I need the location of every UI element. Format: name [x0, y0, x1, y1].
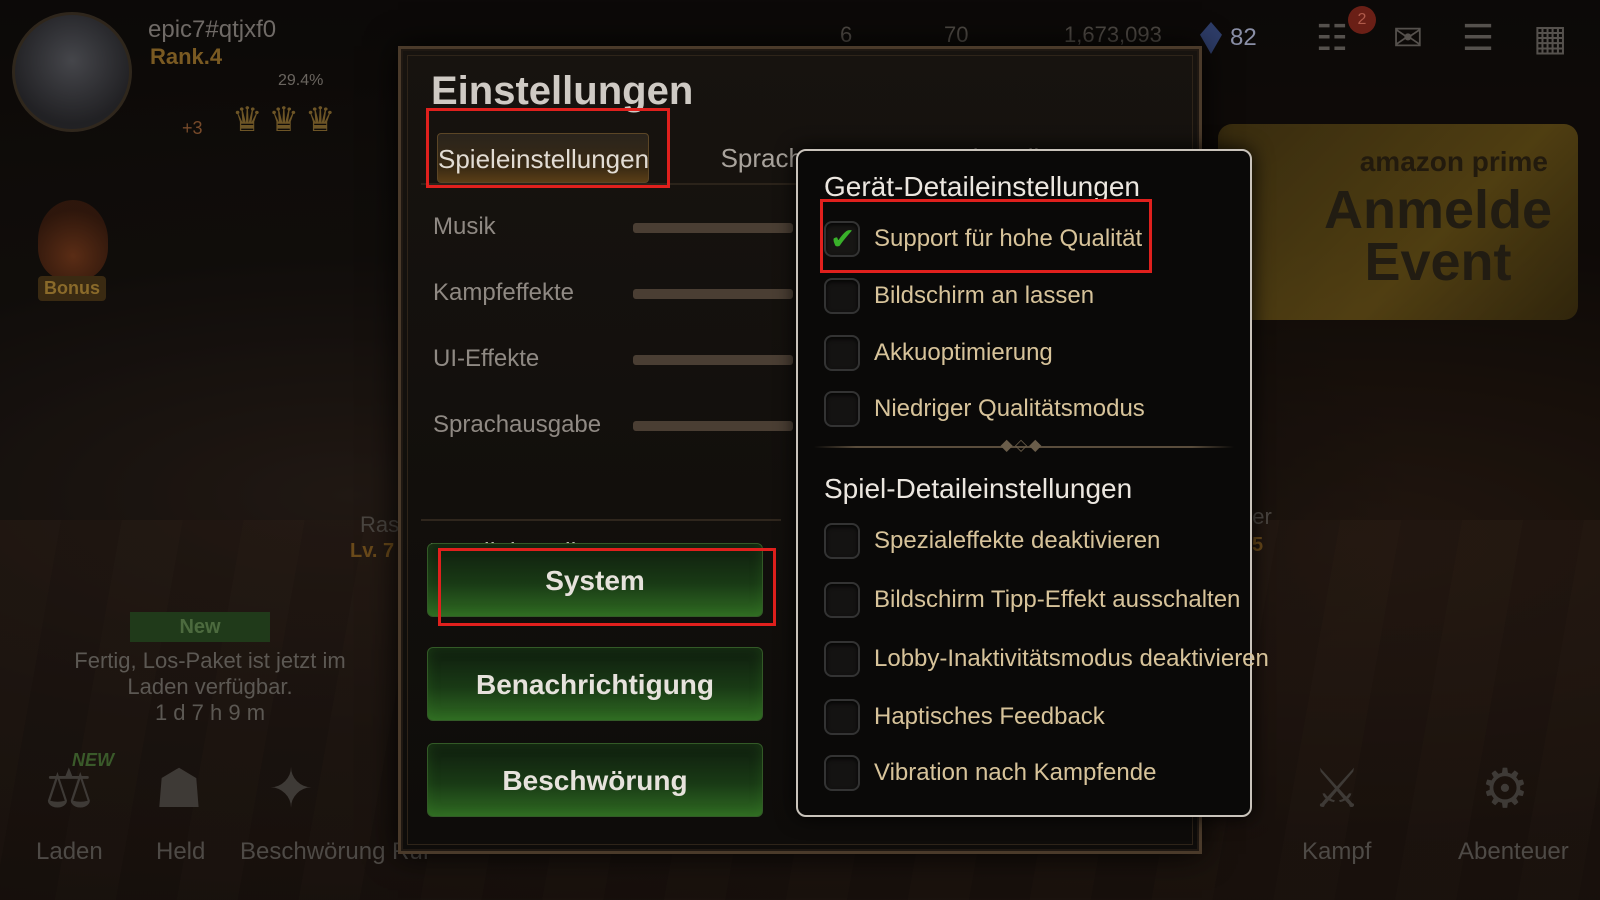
checkbox-low-quality[interactable] [824, 391, 860, 427]
nav-battle[interactable]: Kampf [1302, 838, 1371, 866]
ui-effects-slider[interactable] [633, 355, 793, 365]
music-label: Musik [433, 213, 496, 240]
news-text[interactable]: Fertig, Los-Paket ist jetzt im Laden ver… [60, 648, 360, 726]
summon-icon[interactable]: ✦ [256, 754, 326, 824]
checkbox-screen-on[interactable] [824, 278, 860, 314]
settings-title: Einstellungen [431, 69, 694, 113]
option-label: Akkuoptimierung [874, 339, 1053, 366]
hero-icon[interactable]: ☗ [144, 754, 214, 824]
nav-shop[interactable]: Laden [36, 838, 103, 866]
energy-count: 70 [944, 22, 969, 47]
adventure-icon[interactable]: ⚙ [1470, 754, 1540, 824]
promo-banner[interactable]: amazon prime Anmelde Event [1218, 124, 1578, 320]
level-badge: +3 [182, 118, 203, 138]
detail-settings-popup: Gerät-Detaileinstellungen ✔ Support für … [796, 149, 1269, 817]
option-label: Haptisches Feedback [874, 703, 1105, 730]
option-tap-effect[interactable]: Bildschirm Tipp-Effekt ausschalten [824, 580, 1244, 620]
ornament-icon: ◆◇◆ [1000, 437, 1044, 454]
option-label: Bildschirm Tipp-Effekt ausschalten [874, 586, 1241, 613]
chat-icon[interactable]: ☰ [1452, 16, 1504, 60]
promo-title: Anmelde Event [1323, 180, 1553, 292]
voice-label: Sprachausgabe [433, 411, 602, 438]
check-icon: ✔ [830, 223, 856, 256]
notification-button[interactable]: Benachrichtigung [427, 647, 763, 721]
checkbox-vibration[interactable] [824, 755, 860, 791]
nav-adventure[interactable]: Abenteuer [1458, 838, 1569, 866]
player-rank: Rank.4 [150, 44, 223, 69]
checkbox-high-quality[interactable]: ✔ [824, 221, 860, 257]
option-label: Spezialeffekte deaktivieren [874, 527, 1161, 554]
side-left-level: Lv. 7 [350, 540, 395, 562]
player-exp-percent: 29.4% [278, 72, 324, 89]
promo-brand: amazon prime [1359, 146, 1548, 177]
option-special-effects[interactable]: Spezialeffekte deaktivieren [824, 521, 1244, 561]
ui-effects-label: UI-Effekte [433, 345, 540, 372]
news-timer: 1 d 7 h 9 m [154, 700, 266, 725]
device-details-title: Gerät-Detaileinstellungen [824, 171, 1140, 202]
bonus-badge: Bonus [38, 276, 106, 301]
news-message: Fertig, Los-Paket ist jetzt im Laden ver… [74, 648, 346, 699]
option-label: Lobby-Inaktivitätsmodus deaktivieren [874, 645, 1269, 672]
option-label: Niedriger Qualitätsmodus [874, 395, 1145, 422]
voice-slider[interactable] [633, 421, 793, 431]
option-haptic[interactable]: Haptisches Feedback [824, 697, 1244, 737]
option-screen-on[interactable]: Bildschirm an lassen [824, 276, 1244, 316]
shop-icon[interactable]: ⚖ [34, 754, 104, 824]
music-slider[interactable] [633, 223, 793, 233]
side-left-label: Ras [360, 512, 400, 537]
player-name: epic7#qtjxf0 [148, 16, 277, 43]
side-right-level: 5 [1252, 534, 1264, 556]
checkbox-tap-effect[interactable] [824, 582, 860, 618]
option-label: Vibration nach Kampfende [874, 759, 1157, 786]
battle-effects-slider[interactable] [633, 289, 793, 299]
summon-settings-button[interactable]: Beschwörung [427, 743, 763, 817]
option-label: Bildschirm an lassen [874, 282, 1095, 309]
mail-badge: 2 [1348, 6, 1376, 34]
section-divider [421, 519, 781, 521]
checkbox-battery-optimization[interactable] [824, 335, 860, 371]
nav-summon[interactable]: Beschwörung [240, 838, 385, 866]
option-high-quality[interactable]: ✔ Support für hohe Qualität [824, 219, 1244, 259]
player-avatar[interactable] [12, 12, 132, 132]
rank-stars-icon: ♛♛♛ [232, 101, 342, 139]
fire-event-icon[interactable] [38, 200, 108, 280]
battle-icon[interactable]: ⚔ [1302, 754, 1372, 824]
option-low-quality[interactable]: Niedriger Qualitätsmodus [824, 389, 1244, 429]
menu-grid-icon[interactable]: ▦ [1524, 16, 1576, 60]
game-details-title: Spiel-Detaileinstellungen [824, 473, 1133, 504]
option-battery-optimization[interactable]: Akkuoptimierung [824, 333, 1244, 373]
nav-hero[interactable]: Held [156, 838, 205, 866]
checkbox-haptic[interactable] [824, 699, 860, 735]
crystal-count: 82 [1230, 24, 1257, 51]
stamina-count: 6 [840, 22, 853, 47]
checkbox-special-effects[interactable] [824, 523, 860, 559]
option-label: Support für hohe Qualität [874, 225, 1143, 252]
mail-icon[interactable]: ✉ [1382, 16, 1434, 60]
option-vibration[interactable]: Vibration nach Kampfende [824, 753, 1244, 793]
option-lobby-idle[interactable]: Lobby-Inaktivitätsmodus deaktivieren [824, 639, 1269, 679]
news-tag: New [130, 612, 270, 642]
system-button[interactable]: System [427, 543, 763, 617]
checkbox-lobby-idle[interactable] [824, 641, 860, 677]
tab-game-settings[interactable]: Spieleinstellungen [437, 133, 649, 183]
gold-count: 1,673,093 [1064, 22, 1162, 47]
battle-effects-label: Kampfeffekte [433, 279, 574, 306]
